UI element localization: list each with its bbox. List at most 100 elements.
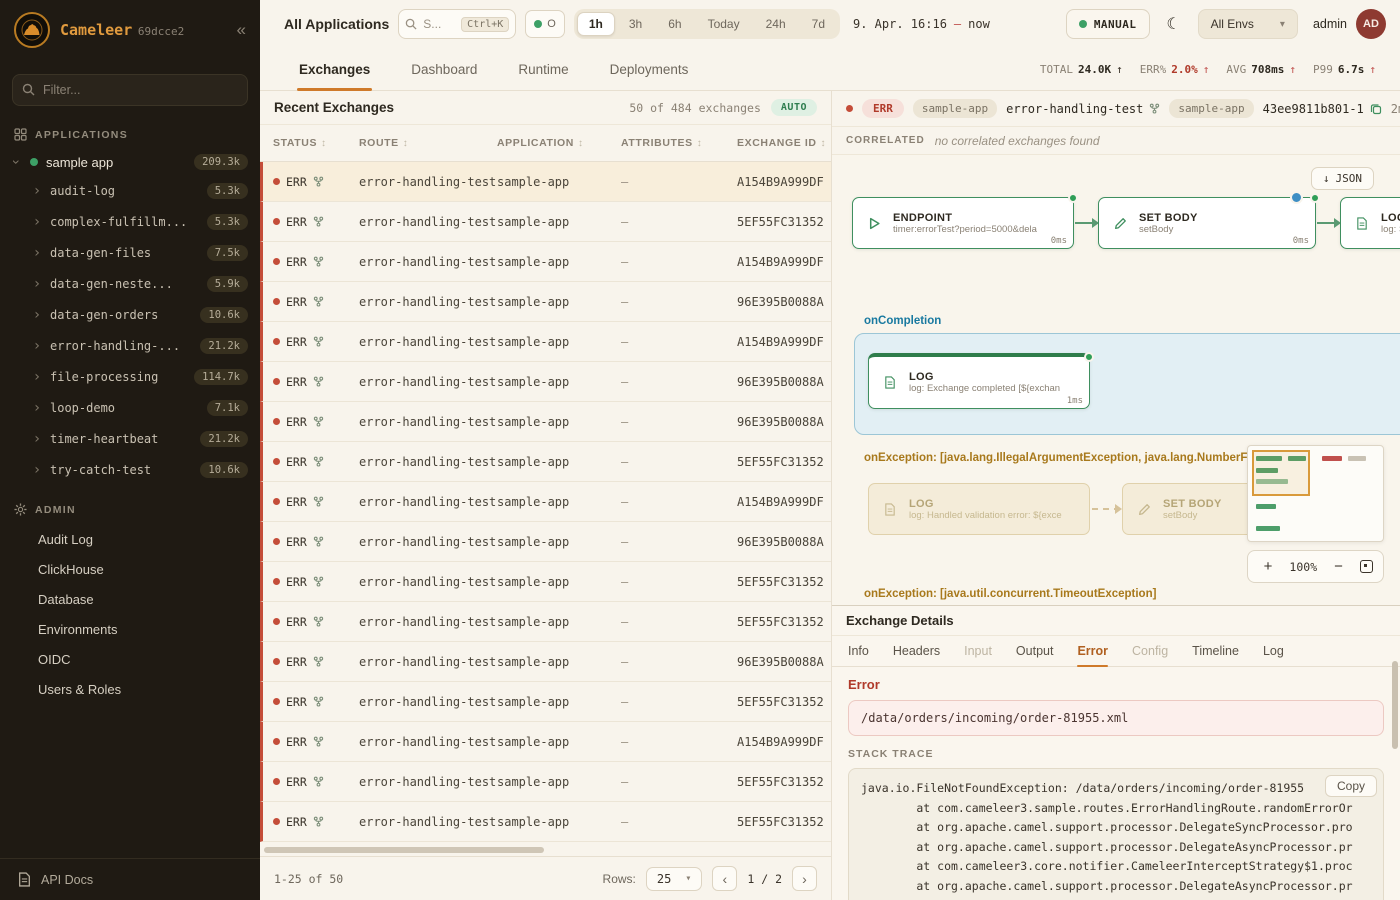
minimap-viewport[interactable] [1252,450,1310,496]
main-tab[interactable]: Runtime [516,48,570,90]
exchange-id[interactable]: 43ee9811b801-1 [1263,102,1382,116]
minimap-bar [1322,456,1342,461]
table-row[interactable]: ERR error-handling-test sample-app — A15… [260,162,831,202]
manual-refresh-button[interactable]: MANUAL [1066,9,1150,39]
applications-section-header: APPLICATIONS [0,110,260,149]
table-row[interactable]: ERR error-handling-test sample-app — A15… [260,482,831,522]
errors-only-toggle[interactable]: O [525,10,565,38]
date-range[interactable]: 9. Apr. 16:16 – now [849,17,994,31]
copy-stack-trace-button[interactable]: Copy [1325,775,1377,797]
detail-tab[interactable]: Info [848,636,869,666]
sidebar-route-item[interactable]: › timer-heartbeat 21.2k [0,423,260,454]
main-tab[interactable]: Exchanges [297,48,372,90]
table-row[interactable]: ERR error-handling-test sample-app — A15… [260,322,831,362]
table-row[interactable]: ERR error-handling-test sample-app — A15… [260,242,831,282]
sidebar-collapse-icon[interactable]: « [237,20,246,40]
filter-input[interactable] [12,74,248,106]
table-row[interactable]: ERR error-handling-test sample-app — 96E… [260,642,831,682]
sidebar-route-item[interactable]: › file-processing 114.7k [0,361,260,392]
table-row[interactable]: ERR error-handling-test sample-app — 5EF… [260,442,831,482]
detail-tab[interactable]: Log [1263,636,1284,666]
diagram-node-exception-log[interactable]: LOG log: Handled validation error: ${exc… [868,483,1090,535]
copy-icon[interactable] [1370,103,1382,115]
main-tab[interactable]: Deployments [608,48,691,90]
horizontal-scrollbar-thumb[interactable] [264,847,544,853]
detail-tab[interactable]: Output [1016,636,1054,666]
sidebar-route-item[interactable]: › try-catch-test 10.6k [0,454,260,485]
table-row[interactable]: ERR error-handling-test sample-app — 96E… [260,282,831,322]
sidebar-route-item[interactable]: › data-gen-orders 10.6k [0,299,260,330]
sidebar-route-item[interactable]: › complex-fulfillm... 5.3k [0,206,260,237]
diagram-node-endpoint[interactable]: ENDPOINT timer:errorTest?period=5000&del… [852,197,1074,249]
detail-route[interactable]: error-handling-test [1006,102,1160,116]
route-diagram-canvas[interactable]: ↓ JSON ENDPOINT timer:errorTest?period=5… [832,155,1400,605]
diagram-node-setbody[interactable]: SET BODY setBody 0ms [1098,197,1316,249]
diagram-minimap[interactable] [1247,445,1384,542]
zoom-in-button[interactable]: + [1258,558,1278,575]
time-range-button[interactable]: 7d [800,12,837,36]
diagram-node-log[interactable]: LOG log: Sta [1340,197,1400,249]
sidebar-admin-item[interactable]: Audit Log [0,524,260,554]
api-docs-link[interactable]: API Docs [0,858,260,900]
vertical-scrollbar-thumb[interactable] [1392,661,1398,749]
time-range-button[interactable]: 24h [754,12,798,36]
table-row[interactable]: ERR error-handling-test sample-app — 5EF… [260,202,831,242]
dark-mode-toggle[interactable]: ☾ [1159,9,1189,39]
sidebar-route-item[interactable]: › error-handling-... 21.2k [0,330,260,361]
table-row[interactable]: ERR error-handling-test sample-app — 96E… [260,402,831,442]
diagram-node-oncompletion-log[interactable]: LOG log: Exchange completed [${exchan 1m… [868,353,1090,409]
detail-tab[interactable]: Timeline [1192,636,1239,666]
sidebar-item-sample-app[interactable]: › sample app 209.3k [0,149,260,175]
table-row[interactable]: ERR error-handling-test sample-app — 5EF… [260,602,831,642]
next-page-button[interactable]: › [792,866,817,891]
time-range-button[interactable]: 6h [656,12,693,36]
sidebar-route-item[interactable]: › loop-demo 7.1k [0,392,260,423]
trend-up-icon: ↑ [1203,63,1210,76]
content: Recent Exchanges 50 of 484 exchanges AUT… [260,91,1400,900]
column-header[interactable]: ROUTE ↕ [359,137,497,149]
column-header[interactable]: ATTRIBUTES ↕ [621,137,737,149]
column-header[interactable]: EXCHANGE ID ↕ [737,137,831,149]
zoom-out-button[interactable]: − [1329,558,1349,575]
route-count-badge: 21.2k [200,431,248,447]
error-dot [273,658,280,665]
rows-per-page-select[interactable]: 25 ▾ [646,867,702,891]
onexception2-label: onException: [java.util.concurrent.Timeo… [864,588,1156,600]
search-input[interactable]: S... Ctrl+K [398,9,516,39]
environment-select[interactable]: All Envs ▾ [1198,9,1298,39]
table-row[interactable]: ERR error-handling-test sample-app — 96E… [260,362,831,402]
auto-refresh-badge[interactable]: AUTO [771,99,817,116]
sidebar-route-item[interactable]: › data-gen-files 7.5k [0,237,260,268]
time-range-button[interactable]: 1h [577,12,615,36]
table-row[interactable]: ERR error-handling-test sample-app — 5EF… [260,682,831,722]
avatar[interactable]: AD [1356,9,1386,39]
fit-view-button[interactable] [1360,560,1373,573]
stats-bar: TOTAL 24.0K ↑ ERR% 2.0% ↑ AVG 708ms ↑ P9… [1040,48,1376,90]
detail-tab[interactable]: Input [964,636,992,666]
time-range-button[interactable]: 3h [617,12,654,36]
sidebar-admin-item[interactable]: Database [0,584,260,614]
main-tab[interactable]: Dashboard [409,48,479,90]
table-row[interactable]: ERR error-handling-test sample-app — A15… [260,722,831,762]
column-header[interactable]: APPLICATION ↕ [497,137,621,149]
detail-tab[interactable]: Headers [893,636,940,666]
trend-up-icon: ↑ [1116,63,1123,76]
table-row[interactable]: ERR error-handling-test sample-app — 5EF… [260,562,831,602]
download-json-button[interactable]: ↓ JSON [1311,167,1374,190]
column-header[interactable]: STATUS ↕ [273,137,359,149]
sidebar-route-item[interactable]: › audit-log 5.3k [0,175,260,206]
prev-page-button[interactable]: ‹ [712,866,737,891]
stack-trace-label: STACK TRACE [848,748,1384,760]
sidebar-admin-item[interactable]: Users & Roles [0,674,260,704]
sidebar-admin-item[interactable]: OIDC [0,644,260,674]
detail-tab[interactable]: Error [1077,636,1108,666]
table-row[interactable]: ERR error-handling-test sample-app — 96E… [260,522,831,562]
detail-tab[interactable]: Config [1132,636,1168,666]
time-range-button[interactable]: Today [696,12,752,36]
table-row[interactable]: ERR error-handling-test sample-app — 5EF… [260,762,831,802]
error-dot [273,378,280,385]
sidebar-route-item[interactable]: › data-gen-neste... 5.9k [0,268,260,299]
sidebar-admin-item[interactable]: ClickHouse [0,554,260,584]
table-row[interactable]: ERR error-handling-test sample-app — 5EF… [260,802,831,842]
sidebar-admin-item[interactable]: Environments [0,614,260,644]
